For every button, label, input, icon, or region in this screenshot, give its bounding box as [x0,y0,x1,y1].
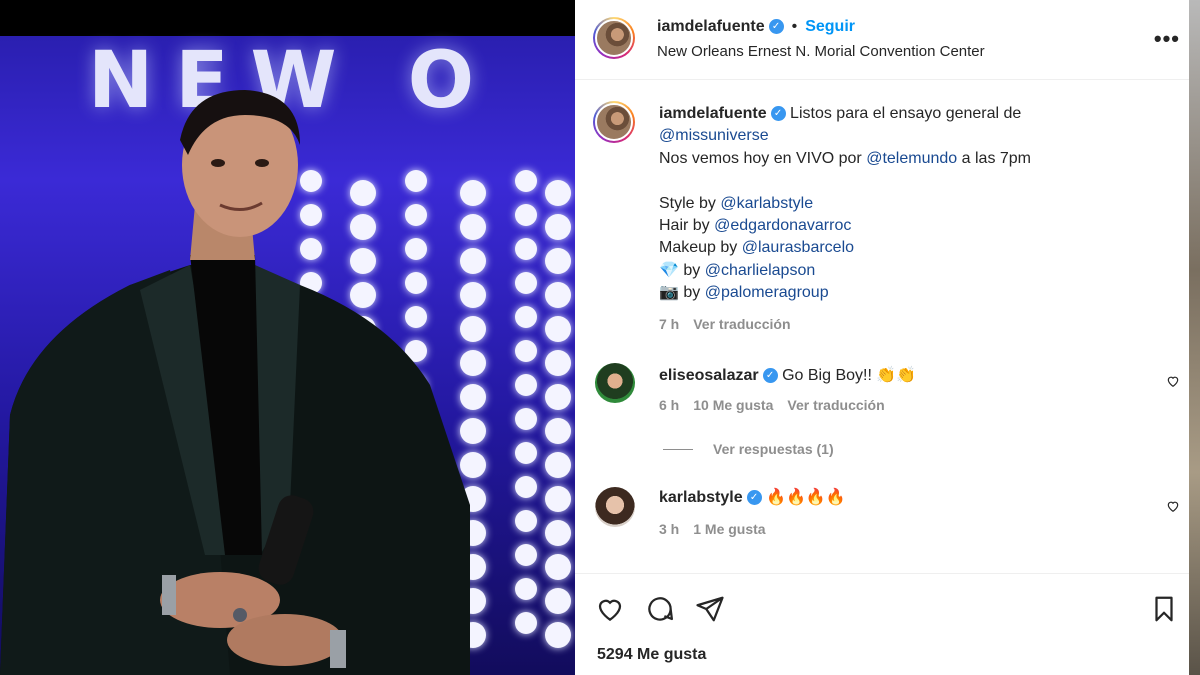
separator-dot: • [791,18,798,35]
stage-light-dot [545,588,571,614]
post-details-panel: iamdelafuente ✓ • Seguir New Orleans Ernest… [575,0,1200,675]
credit-line: Makeup by @laurasbarcelo [659,237,1179,259]
comment-likes[interactable]: 10 Me gusta [693,397,773,413]
commenter-avatar[interactable] [595,363,635,403]
comment-time[interactable]: 3 h [659,521,679,537]
mention-link[interactable]: @edgardonavarroc [714,217,851,234]
replies-divider [663,449,693,450]
post-image[interactable]: NEW O [0,0,575,675]
mention-link[interactable]: @telemundo [866,150,957,167]
stage-light-dot [545,248,571,274]
save-bookmark-icon[interactable] [1149,594,1179,624]
caption-avatar[interactable] [593,101,635,143]
caption-text: Nos vemos hoy en VIVO por [659,149,862,167]
translate-link[interactable]: Ver traducción [787,397,884,413]
mention-link[interactable]: @karlabstyle [720,195,813,212]
background-page-edge [1189,0,1200,675]
verified-badge-icon: ✓ [762,368,778,384]
credit-line: Hair by @edgardonavarroc [659,215,1179,237]
commenter-avatar[interactable] [595,487,635,527]
caption-username[interactable]: iamdelafuente [659,105,767,122]
credit-prefix: Hair by [659,217,710,235]
verified-badge-icon: ✓ [746,490,762,506]
more-options-icon[interactable]: ••• [1154,26,1180,52]
stage-light-dot [545,180,571,206]
comment-bubble-icon[interactable] [645,594,675,624]
post-header: iamdelafuente ✓ • Seguir New Orleans Ernest… [575,0,1200,80]
credit-prefix: 📷 by [659,284,701,302]
stage-light-dot [545,554,571,580]
stage-light-dot [545,452,571,478]
stage-light-dot [545,520,571,546]
verified-badge-icon: ✓ [770,106,786,122]
stage-light-dot [545,418,571,444]
credit-line: 💎 by @charlielapson [659,260,1179,282]
view-replies-button[interactable]: Ver respuestas (1) [713,441,834,457]
post-location[interactable]: New Orleans Ernest N. Morial Convention … [657,43,985,60]
stage-light-dot [545,214,571,240]
stage-light-dot [545,282,571,308]
comment-username[interactable]: karlabstyle [659,489,743,506]
post-actions-bar: 5294 Me gusta [575,573,1200,675]
author-username[interactable]: iamdelafuente [657,18,765,35]
stage-light-dot [545,622,571,648]
stage-light-dot [545,486,571,512]
post-caption: iamdelafuente ✓ Listos para el ensayo gen… [659,103,1179,335]
likes-count[interactable]: 5294 Me gusta [597,646,706,664]
comment-like-heart-icon[interactable] [1166,499,1180,513]
caption-time[interactable]: 7 h [659,316,679,332]
host-figure [0,90,470,675]
stage-light-dot [545,384,571,410]
comments-scroll-area[interactable]: iamdelafuente ✓ Listos para el ensayo gen… [575,81,1200,573]
comment-time[interactable]: 6 h [659,397,679,413]
mention-link[interactable]: @palomeragroup [705,284,829,301]
comment-like-heart-icon[interactable] [1166,374,1180,388]
comment-text: Go Big Boy!! 👏👏 [782,367,917,384]
stage-light-dot [545,350,571,376]
mention-link[interactable]: @charlielapson [705,262,816,279]
stage-light-dot [545,316,571,342]
credit-prefix: Style by [659,194,716,212]
caption-text: a las 7pm [961,149,1032,167]
comment-text: 🔥🔥🔥🔥 [766,489,846,506]
verified-badge-icon: ✓ [768,19,784,35]
author-avatar[interactable] [593,17,635,59]
credit-line: Style by @karlabstyle [659,193,1179,215]
credit-line: 📷 by @palomeragroup [659,282,1179,304]
comment-username[interactable]: eliseosalazar [659,367,759,384]
comment-likes[interactable]: 1 Me gusta [693,521,765,537]
mention-link[interactable]: @laurasbarcelo [742,239,854,256]
translate-link[interactable]: Ver traducción [693,316,790,332]
credit-prefix: Makeup by [659,239,738,257]
credit-prefix: 💎 by [659,261,701,279]
caption-text: Listos para el ensayo general de [790,105,1022,122]
like-heart-icon[interactable] [595,594,625,624]
follow-button[interactable]: Seguir [805,18,855,35]
share-send-icon[interactable] [695,594,725,624]
mention-link[interactable]: @missuniverse [659,127,769,144]
